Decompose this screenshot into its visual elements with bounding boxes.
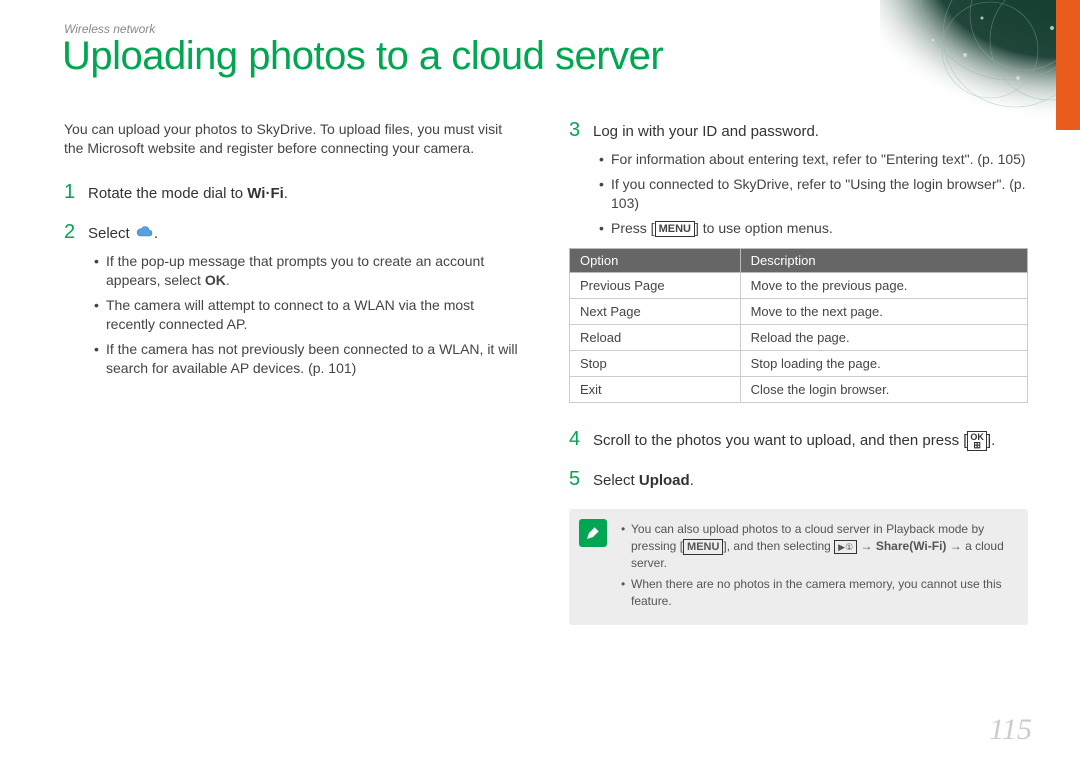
menu-key-icon: MENU <box>683 539 723 555</box>
list-item: When there are no photos in the camera m… <box>621 576 1014 610</box>
step-number: 1 <box>64 182 78 202</box>
wifi-icon: Wi·Fi <box>247 185 284 202</box>
step-text: Log in with your ID and password. <box>593 120 819 142</box>
step-number: 5 <box>569 469 583 489</box>
step-text: Select Upload. <box>593 469 694 491</box>
list-item: Press [MENU] to use option menus. <box>599 219 1028 238</box>
page-number: 115 <box>989 713 1032 747</box>
menu-key-icon: MENU <box>655 221 695 237</box>
list-item: The camera will attempt to connect to a … <box>94 296 523 334</box>
pen-icon <box>579 519 607 547</box>
cloud-icon <box>134 224 154 244</box>
table-row: ReloadReload the page. <box>570 324 1028 350</box>
step-3: 3 Log in with your ID and password. For … <box>569 120 1028 403</box>
list-item: For information about entering text, ref… <box>599 150 1028 169</box>
content-area: You can upload your photos to SkyDrive. … <box>64 120 1028 625</box>
table-row: Next PageMove to the next page. <box>570 298 1028 324</box>
step-text: Select . <box>88 222 158 244</box>
list-item: If the pop-up message that prompts you t… <box>94 252 523 290</box>
step-3-bullets: For information about entering text, ref… <box>599 150 1028 238</box>
step-text: Scroll to the photos you want to upload,… <box>593 429 995 451</box>
step-1: 1 Rotate the mode dial to Wi·Fi. <box>64 182 523 204</box>
section-tab <box>1056 0 1080 130</box>
playback-key-icon: ▶① <box>834 540 857 554</box>
step-5: 5 Select Upload. <box>569 469 1028 491</box>
step-text: Rotate the mode dial to Wi·Fi. <box>88 182 288 204</box>
step-number: 4 <box>569 429 583 449</box>
note-box: You can also upload photos to a cloud se… <box>569 509 1028 625</box>
table-row: StopStop loading the page. <box>570 350 1028 376</box>
list-item: If you connected to SkyDrive, refer to "… <box>599 175 1028 213</box>
step-4: 4 Scroll to the photos you want to uploa… <box>569 429 1028 451</box>
ok-key-icon: OK⊞ <box>967 431 987 451</box>
list-item: If the camera has not previously been co… <box>94 340 523 378</box>
options-table: Option Description Previous PageMove to … <box>569 248 1028 403</box>
table-row: Previous PageMove to the previous page. <box>570 272 1028 298</box>
step-number: 3 <box>569 120 583 140</box>
left-column: You can upload your photos to SkyDrive. … <box>64 120 523 625</box>
table-header: Option <box>570 248 741 272</box>
list-item: You can also upload photos to a cloud se… <box>621 521 1014 571</box>
step-2-bullets: If the pop-up message that prompts you t… <box>94 252 523 377</box>
step-number: 2 <box>64 222 78 242</box>
right-column: 3 Log in with your ID and password. For … <box>569 120 1028 625</box>
table-header: Description <box>740 248 1027 272</box>
table-row: ExitClose the login browser. <box>570 376 1028 402</box>
step-2: 2 Select . If the pop-up message that pr… <box>64 222 523 378</box>
intro-text: You can upload your photos to SkyDrive. … <box>64 120 523 158</box>
decorative-background <box>760 0 1080 130</box>
page-title: Uploading photos to a cloud server <box>62 34 663 79</box>
